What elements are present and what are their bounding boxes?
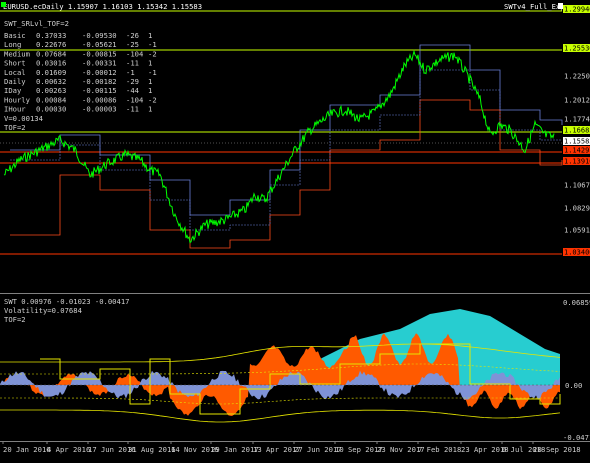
symbol-line: EURUSD.ecDaily 1.15907 1.16103 1.15342 1… xyxy=(3,2,202,11)
price-tick-label: 1.20120 xyxy=(564,96,590,105)
stats-cell: Hourly xyxy=(4,95,31,104)
stats-cell: 0.07684 xyxy=(36,49,66,58)
stats-cell: -0.00182 xyxy=(82,77,117,86)
stats-cell: Long xyxy=(4,40,21,49)
price-tick-label: 1.17740 xyxy=(564,115,590,124)
stats-cell: -0.00815 xyxy=(82,49,117,58)
stats-cell: Short xyxy=(4,59,26,68)
stats-cell: -25 xyxy=(126,40,139,49)
stats-cell: -2 xyxy=(148,49,157,58)
stats-cell: 1 xyxy=(148,59,152,68)
volatility-label: Volatility=0.07684 xyxy=(4,306,82,315)
time-tick-label: 31 Aug 2016 xyxy=(128,445,176,454)
stats-cell: -0.05621 xyxy=(82,40,117,49)
price-tick-label: 1.22500 xyxy=(564,72,590,81)
time-axis: 20 Jan 2016 4 Apr 2016 17 Jun 2016 31 Aug 2… xyxy=(0,441,590,459)
stats-cell: -0.00003 xyxy=(82,105,117,114)
stats-cell: 1 xyxy=(148,31,152,40)
stats-cell: 0.22676 xyxy=(36,40,66,49)
price-tick-label: 1.05910 xyxy=(564,226,590,235)
stats-cell: -26 xyxy=(126,31,139,40)
tof-label: TOF=2 xyxy=(4,315,26,324)
swt-indicator-pane[interactable]: SWT 0.00976 -0.01023 -0.00417 Volatility… xyxy=(0,294,590,441)
stats-cell: IHour xyxy=(4,105,26,114)
stats-cell: -44 xyxy=(126,86,139,95)
stats-cell: -0.00115 xyxy=(82,86,117,95)
stats-cell: -11 xyxy=(126,105,139,114)
stats-cell: Medium xyxy=(4,49,30,58)
price-tick-label: 1.10670 xyxy=(564,181,590,190)
stats-footer-v: V=0.00134 xyxy=(4,114,43,123)
stats-cell: Local xyxy=(4,68,26,77)
stats-cell: -0.00331 xyxy=(82,59,117,68)
time-tick-label: 20 Jan 2016 xyxy=(3,445,51,454)
stats-cell: Basic xyxy=(4,31,26,40)
price-tick-label: 1.16685 xyxy=(564,127,590,135)
box-indicator-label: SWT_SRLvl_TOF=2 xyxy=(4,19,69,28)
indicator-axis-zero: 0.00 xyxy=(565,381,582,390)
stats-cell: 1 xyxy=(148,86,152,95)
price-tick-label: 1.08290 xyxy=(564,204,590,213)
swt-title: SWT 0.00976 -0.01023 -0.00417 xyxy=(4,297,130,306)
time-tick-label: 4 Apr 2016 xyxy=(47,445,90,454)
stats-cell: -104 xyxy=(126,95,143,104)
stats-cell: -29 xyxy=(126,77,139,86)
price-chart-svg[interactable]: EURUSD.ecDaily 1.15907 1.16103 1.15342 1… xyxy=(0,0,590,293)
stats-cell: 0.03016 xyxy=(36,59,66,68)
stats-cell: 0.01609 xyxy=(36,68,66,77)
indicator-svg[interactable]: SWT 0.00976 -0.01023 -0.00417 Volatility… xyxy=(0,294,590,441)
time-tick-label: 7 Feb 2018 xyxy=(418,445,461,454)
symbol-marker-icon xyxy=(1,2,6,7)
price-chart-pane[interactable]: EURUSD.ecDaily 1.15907 1.16103 1.15342 1… xyxy=(0,0,590,293)
stats-cell: 0.00084 xyxy=(36,95,66,104)
price-tick-label: 1.03400 xyxy=(564,249,590,257)
price-tick-label: 1.14297 xyxy=(564,147,590,155)
indicator-axis-top: 0.06859 xyxy=(563,298,590,307)
time-tick-label: 29 Jan 2017 xyxy=(211,445,259,454)
stats-cell: IDay xyxy=(4,86,22,95)
stats-cell: -1 xyxy=(148,40,157,49)
stats-cell: -2 xyxy=(148,95,157,104)
stats-cell: -1 xyxy=(126,68,135,77)
stats-cell: -0.09530 xyxy=(82,31,117,40)
price-tick-label: 1.15583 xyxy=(564,138,590,146)
stats-footer-tof: TOF=2 xyxy=(4,123,26,132)
price-tick-label: 1.25530 xyxy=(564,45,590,53)
stats-cell: Daily xyxy=(4,77,26,86)
stats-cell: -0.00086 xyxy=(82,95,117,104)
price-tick-label: 1.13910 xyxy=(564,158,590,166)
indicator-axis-bottom: -0.04710 xyxy=(563,433,590,441)
stats-cell: 0.00632 xyxy=(36,77,66,86)
price-tick-label: 1.29940 xyxy=(564,6,590,14)
stats-cell: 0.37033 xyxy=(36,31,66,40)
stats-cell: -1 xyxy=(148,68,157,77)
stats-cell: 1 xyxy=(148,105,152,114)
time-tick-label: 10 Sep 2017 xyxy=(335,445,383,454)
stats-cell: 0.00263 xyxy=(36,86,66,95)
time-axis-svg: 20 Jan 20164 Apr 201617 Jun 201631 Aug 2… xyxy=(2,441,581,454)
indicator-badge[interactable]: SWTv4_Full_Exp xyxy=(504,2,565,11)
badge-icon xyxy=(558,3,563,9)
stats-cell: -11 xyxy=(126,59,139,68)
time-tick-labels: 20 Jan 20164 Apr 201617 Jun 201631 Aug 2… xyxy=(2,441,581,454)
stats-cell: -0.00012 xyxy=(82,68,117,77)
stats-cell: 1 xyxy=(148,77,152,86)
time-tick-label: 20 Sep 2018 xyxy=(533,445,581,454)
stats-cell: 0.00030 xyxy=(36,105,66,114)
stats-cell: -104 xyxy=(126,49,143,58)
